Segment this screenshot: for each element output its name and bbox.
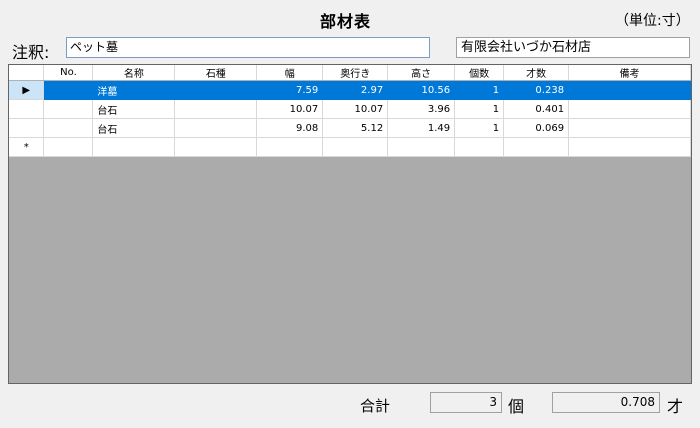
cell-size[interactable]: 0.401 [503,99,570,119]
cell-count[interactable]: 1 [454,118,505,138]
note-input[interactable]: ペット墓 [66,37,430,58]
cell-depth[interactable] [322,137,389,157]
cell-size[interactable]: 0.238 [503,80,570,100]
parts-grid[interactable]: No. 名称 石種 幅 奥行き 高さ 個数 才数 備考 ▶ 洋墓 7.59 2.… [8,64,692,384]
cell-name[interactable]: 台石 [92,99,176,119]
cell-note[interactable] [568,137,691,157]
cell-depth[interactable]: 5.12 [322,118,389,138]
total-size-field: 0.708 [552,392,660,413]
cell-height[interactable]: 10.56 [387,80,456,100]
cell-depth[interactable]: 10.07 [322,99,389,119]
note-label: 注釈: [12,43,50,62]
column-header-size[interactable]: 才数 [503,65,570,81]
cell-no[interactable] [43,99,94,119]
cell-width[interactable] [256,137,324,157]
cell-name[interactable] [92,137,176,157]
column-header-width[interactable]: 幅 [256,65,324,81]
column-header-name[interactable]: 名称 [92,65,176,81]
count-unit-label: 個 [508,397,525,416]
column-header-depth[interactable]: 奥行き [322,65,389,81]
column-header-note[interactable]: 備考 [568,65,691,81]
cell-stone[interactable] [174,137,258,157]
cell-height[interactable] [387,137,456,157]
row-header-corner[interactable] [9,65,45,81]
cell-count[interactable]: 1 [454,99,505,119]
cell-height[interactable]: 1.49 [387,118,456,138]
cell-note[interactable] [568,118,691,138]
new-row[interactable]: * [9,137,691,157]
cell-no[interactable] [43,137,94,157]
cell-size[interactable]: 0.069 [503,118,570,138]
page-title: 部材表 [320,12,372,31]
column-header-stone[interactable]: 石種 [174,65,258,81]
cell-no[interactable] [43,118,94,138]
cell-stone[interactable] [174,80,258,100]
column-header-count[interactable]: 個数 [454,65,505,81]
current-row-indicator[interactable]: ▶ [9,80,45,100]
total-label: 合計 [360,397,391,415]
cell-height[interactable]: 3.96 [387,99,456,119]
parts-table: No. 名称 石種 幅 奥行き 高さ 個数 才数 備考 ▶ 洋墓 7.59 2.… [9,65,691,157]
cell-depth[interactable]: 2.97 [322,80,389,100]
cell-note[interactable] [568,80,691,100]
new-row-indicator[interactable]: * [9,137,45,157]
cell-width[interactable]: 10.07 [256,99,324,119]
row-header[interactable] [9,99,45,119]
cell-count[interactable]: 1 [454,80,505,100]
cell-stone[interactable] [174,118,258,138]
row-header[interactable] [9,118,45,138]
column-header-height[interactable]: 高さ [387,65,456,81]
header-row: No. 名称 石種 幅 奥行き 高さ 個数 才数 備考 [9,65,691,81]
table-row[interactable]: ▶ 洋墓 7.59 2.97 10.56 1 0.238 [9,80,691,100]
cell-width[interactable]: 9.08 [256,118,324,138]
cell-count[interactable] [454,137,505,157]
cell-width[interactable]: 7.59 [256,80,324,100]
company-field[interactable]: 有限会社いづか石材店 [456,37,690,58]
cell-name[interactable]: 台石 [92,118,176,138]
cell-no[interactable] [43,80,94,100]
cell-note[interactable] [568,99,691,119]
cell-size[interactable] [503,137,570,157]
unit-label: （単位:寸） [615,13,690,29]
table-row[interactable]: 台石 10.07 10.07 3.96 1 0.401 [9,99,691,119]
size-unit-label: 才 [667,397,684,416]
cell-stone[interactable] [174,99,258,119]
cell-name[interactable]: 洋墓 [92,80,176,100]
table-row[interactable]: 台石 9.08 5.12 1.49 1 0.069 [9,118,691,138]
column-header-no[interactable]: No. [43,65,94,81]
total-count-field: 3 [430,392,502,413]
